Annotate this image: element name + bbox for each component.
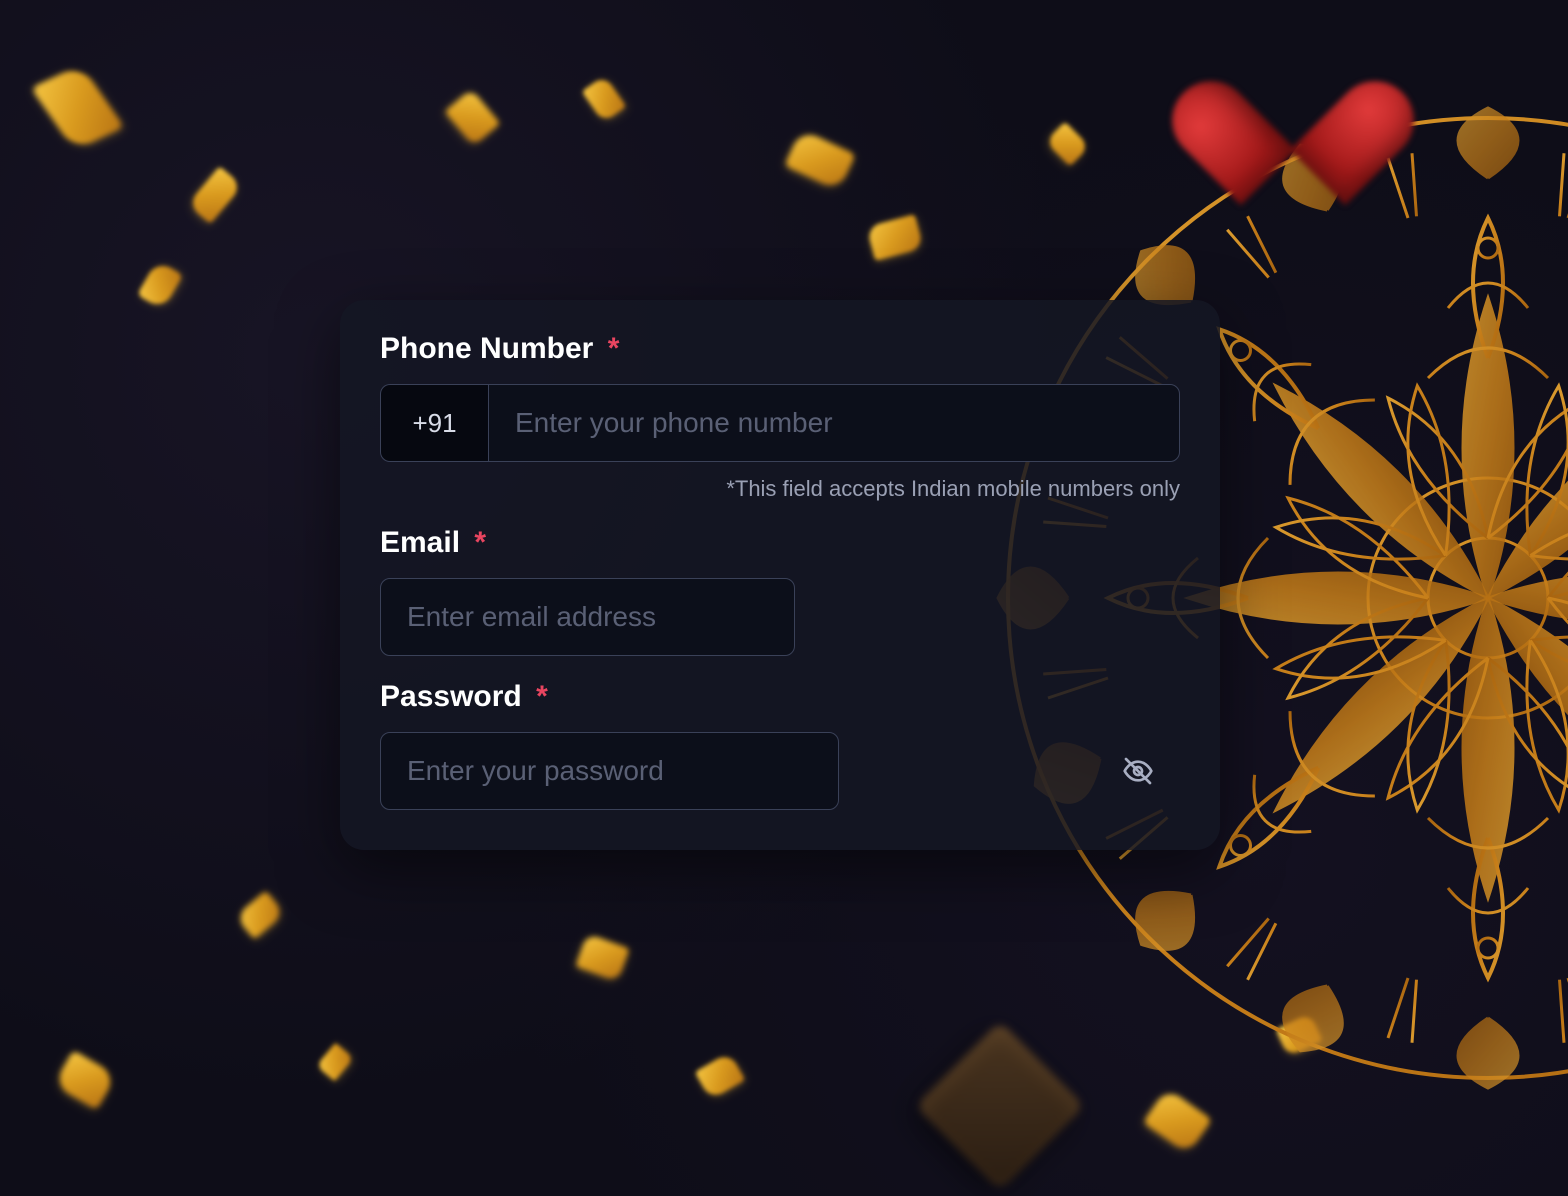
required-asterisk: * (536, 680, 548, 713)
password-label: Password * (380, 680, 1180, 714)
phone-label: Phone Number * (380, 332, 1180, 366)
email-label-text: Email (380, 526, 460, 559)
confetti-piece (866, 214, 923, 261)
password-label-text: Password (380, 680, 522, 713)
phone-input-row: +91 (380, 384, 1180, 462)
password-input[interactable] (380, 732, 839, 810)
confetti-piece (235, 891, 285, 940)
password-input-wrapper (380, 732, 1180, 810)
country-code-prefix: +91 (380, 384, 488, 462)
confetti-piece (575, 933, 629, 981)
email-field-group: Email * (380, 526, 1180, 656)
eye-off-icon[interactable] (1122, 755, 1154, 787)
password-field-group: Password * (380, 680, 1180, 810)
confetti-piece (187, 166, 242, 224)
confetti-piece (53, 1050, 116, 1110)
phone-field-group: Phone Number * +91 *This field accepts I… (380, 332, 1180, 502)
confetti-piece (445, 89, 501, 146)
registration-form: Phone Number * +91 *This field accepts I… (340, 300, 1220, 850)
confetti-piece (695, 1052, 746, 1100)
required-asterisk: * (608, 332, 620, 365)
required-asterisk: * (474, 526, 486, 559)
confetti-piece (31, 65, 125, 151)
heart-decoration (1218, 30, 1368, 170)
phone-label-text: Phone Number (380, 332, 593, 365)
email-label: Email * (380, 526, 1180, 560)
phone-helper-text: *This field accepts Indian mobile number… (380, 476, 1180, 502)
confetti-piece (316, 1043, 354, 1081)
confetti-piece (582, 75, 627, 122)
confetti-piece (137, 260, 183, 310)
confetti-piece (784, 129, 855, 191)
email-input[interactable] (380, 578, 795, 656)
phone-input[interactable] (488, 384, 1180, 462)
